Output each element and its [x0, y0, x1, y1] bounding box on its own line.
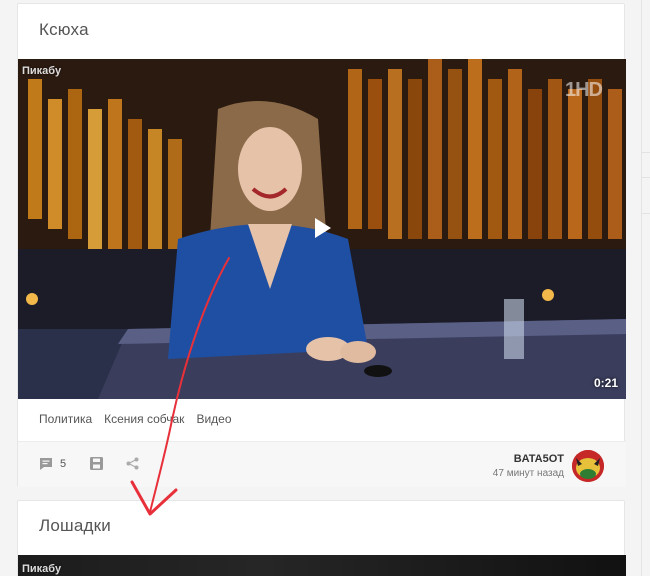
- post-footer: 5 BATA5OT 47 минут назад: [18, 441, 626, 487]
- avatar-image: [572, 450, 604, 482]
- divider: [641, 177, 650, 178]
- share-button[interactable]: [126, 457, 139, 470]
- video-watermark: Пикабу: [22, 65, 62, 77]
- sidebar-edge: [641, 0, 650, 576]
- comment-icon: [40, 458, 52, 470]
- tag-link[interactable]: Видео: [196, 412, 231, 426]
- tag-link[interactable]: Ксения собчак: [104, 412, 184, 426]
- save-button[interactable]: [90, 457, 103, 470]
- avatar[interactable]: [572, 450, 604, 482]
- divider: [641, 152, 650, 153]
- video-player[interactable]: Пикабу 1HD 0:21: [18, 59, 626, 399]
- comment-count: 5: [60, 458, 67, 470]
- tag-link[interactable]: Политика: [39, 412, 92, 426]
- post-title[interactable]: Ксюха: [39, 20, 89, 40]
- post-card: Ксюха Пикабу 1HD 0:21 Политика Ксения со…: [17, 3, 626, 487]
- divider: [641, 0, 642, 576]
- comments-button[interactable]: 5: [39, 457, 66, 471]
- divider: [641, 213, 650, 214]
- share-icon: [126, 457, 139, 470]
- play-icon[interactable]: [314, 217, 332, 239]
- post-title[interactable]: Лошадки: [39, 516, 111, 536]
- post-tags: Политика Ксения собчак Видео: [39, 412, 244, 426]
- posts-feed: Ксюха Пикабу 1HD 0:21 Политика Ксения со…: [17, 0, 626, 576]
- save-icon: [90, 457, 103, 470]
- post-author[interactable]: BATA5OT 47 минут назад: [493, 453, 564, 479]
- video-player[interactable]: Пикабу: [18, 555, 626, 576]
- video-watermark: Пикабу: [22, 563, 62, 575]
- post-time: 47 минут назад: [492, 468, 564, 479]
- author-name[interactable]: BATA5OT: [493, 453, 564, 465]
- channel-logo: 1HD: [564, 79, 603, 101]
- video-duration: 0:21: [593, 376, 618, 390]
- post-card: Лошадки Пикабу: [17, 500, 626, 576]
